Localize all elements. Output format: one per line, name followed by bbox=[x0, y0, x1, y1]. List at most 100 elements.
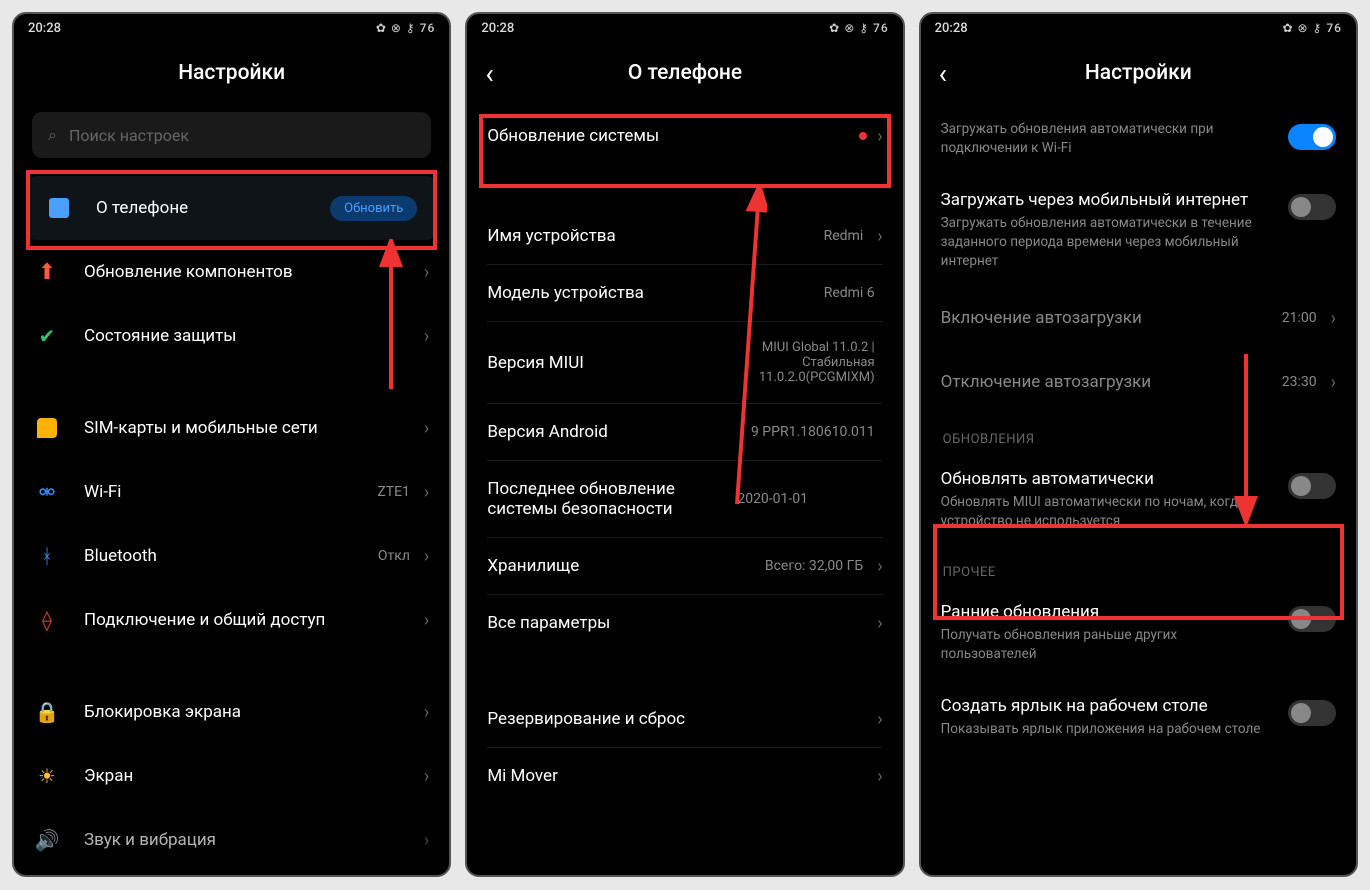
row-auto-update[interactable]: Обновлять автоматически Обновлять MIUI а… bbox=[921, 453, 1356, 547]
chevron-right-icon: › bbox=[1331, 308, 1336, 329]
row-early-updates[interactable]: Ранние обновления Получать обновления ра… bbox=[921, 586, 1356, 680]
sun-icon: ☀ bbox=[34, 763, 60, 789]
chevron-right-icon: › bbox=[877, 613, 882, 634]
back-button[interactable]: ‹ bbox=[939, 57, 947, 90]
row-label: Bluetooth bbox=[84, 546, 378, 566]
header: ‹ О телефоне bbox=[467, 42, 902, 104]
chevron-right-icon: › bbox=[424, 766, 429, 787]
row-mi-mover[interactable]: Mi Mover › bbox=[467, 748, 902, 804]
row-system-update[interactable]: Обновление системы › bbox=[467, 104, 902, 168]
page-title: О телефоне bbox=[628, 61, 742, 85]
row-miui-version[interactable]: Версия MIUI MIUI Global 11.0.2 | Стабиль… bbox=[467, 322, 902, 403]
row-subtitle: Загружать обновления автоматически при п… bbox=[941, 120, 1274, 158]
row-label: Версия MIUI bbox=[487, 353, 694, 373]
row-label: SIM-карты и мобильные сети bbox=[84, 418, 418, 438]
chevron-right-icon: › bbox=[1331, 372, 1336, 393]
chevron-right-icon: › bbox=[877, 709, 882, 730]
update-badge[interactable]: Обновить bbox=[330, 196, 417, 221]
chevron-right-icon: › bbox=[424, 830, 429, 851]
chevron-right-icon: › bbox=[424, 418, 429, 439]
row-label: Состояние защиты bbox=[84, 326, 418, 346]
status-bar: 20:28 ✿ ⊗ ⚷ 76 bbox=[921, 14, 1356, 42]
sound-icon: 🔊 bbox=[34, 827, 60, 853]
row-about-phone[interactable]: О телефоне Обновить bbox=[26, 176, 437, 240]
row-all-params[interactable]: Все параметры › bbox=[467, 595, 902, 651]
toggle-switch[interactable] bbox=[1288, 473, 1336, 499]
row-label: Подключение и общий доступ bbox=[84, 610, 418, 630]
row-sim[interactable]: SIM-карты и мобильные сети › bbox=[14, 396, 449, 460]
chevron-right-icon: › bbox=[424, 326, 429, 347]
search-icon: ⌕ bbox=[48, 125, 57, 145]
row-value: 21:00 bbox=[1282, 310, 1317, 326]
row-value: Redmi 6 bbox=[824, 285, 875, 301]
toggle-switch[interactable] bbox=[1288, 606, 1336, 632]
row-sharing[interactable]: ⟠ Подключение и общий доступ › bbox=[14, 588, 449, 652]
row-android-version[interactable]: Версия Android 9 PPR1.180610.011 bbox=[467, 404, 902, 460]
page-title: Настройки bbox=[178, 61, 285, 85]
row-wifi[interactable]: ⚮ Wi-Fi ZTE1 › bbox=[14, 460, 449, 524]
row-value: 23:30 bbox=[1282, 374, 1317, 390]
row-mobile-download[interactable]: Загружать через мобильный интернет Загру… bbox=[921, 174, 1356, 287]
status-bar: 20:28 ✿ ⊗ ⚷ 76 bbox=[467, 14, 902, 42]
row-label: Обновление компонентов bbox=[84, 262, 418, 282]
row-label: Отключение автозагрузки bbox=[941, 372, 1282, 392]
header: ‹ Настройки bbox=[921, 42, 1356, 104]
row-autoload-on[interactable]: Включение автозагрузки 21:00 › bbox=[921, 286, 1356, 350]
row-label: Wi-Fi bbox=[84, 482, 377, 502]
row-security-patch[interactable]: Последнее обновление системы безопасност… bbox=[467, 461, 902, 537]
status-time: 20:28 bbox=[481, 21, 514, 36]
search-input[interactable]: ⌕ Поиск настроек bbox=[32, 112, 431, 158]
toggle-switch[interactable] bbox=[1288, 194, 1336, 220]
sim-icon bbox=[34, 415, 60, 441]
back-button[interactable]: ‹ bbox=[485, 57, 493, 90]
row-wifi-download[interactable]: Загружать обновления автоматически при п… bbox=[921, 104, 1356, 174]
row-backup-reset[interactable]: Резервирование и сброс › bbox=[467, 691, 902, 747]
status-bar: 20:28 ✿ ⊗ ⚷ 76 bbox=[14, 14, 449, 42]
row-autoload-off[interactable]: Отключение автозагрузки 23:30 › bbox=[921, 350, 1356, 414]
status-icons: ✿ ⊗ ⚷ 76 bbox=[1282, 21, 1342, 35]
row-device-model[interactable]: Модель устройства Redmi 6 bbox=[467, 265, 902, 321]
toggle-switch[interactable] bbox=[1288, 700, 1336, 726]
row-subtitle: Обновлять MIUI автоматически по ночам, к… bbox=[941, 493, 1274, 531]
row-storage[interactable]: Хранилище Всего: 32,00 ГБ › bbox=[467, 538, 902, 594]
header: Настройки bbox=[14, 42, 449, 104]
row-title: Загружать через мобильный интернет bbox=[941, 190, 1274, 210]
chevron-right-icon: › bbox=[877, 126, 882, 147]
chevron-right-icon: › bbox=[877, 226, 882, 247]
screen-settings-main: 20:28 ✿ ⊗ ⚷ 76 Настройки ⌕ Поиск настрое… bbox=[12, 12, 451, 877]
phone-icon bbox=[46, 195, 72, 221]
row-label: Хранилище bbox=[487, 556, 765, 576]
screen-update-settings: 20:28 ✿ ⊗ ⚷ 76 ‹ Настройки Загружать обн… bbox=[919, 12, 1358, 877]
row-display[interactable]: ☀ Экран › bbox=[14, 744, 449, 808]
status-icons: ✿ ⊗ ⚷ 76 bbox=[376, 21, 436, 35]
arrow-up-icon: ⬆ bbox=[34, 259, 60, 285]
section-updates: ОБНОВЛЕНИЯ bbox=[921, 414, 1356, 453]
row-components-update[interactable]: ⬆ Обновление компонентов › bbox=[14, 240, 449, 304]
row-label: Версия Android bbox=[487, 422, 751, 442]
chevron-right-icon: › bbox=[424, 702, 429, 723]
row-security-status[interactable]: ✔ Состояние защиты › bbox=[14, 304, 449, 368]
toggle-switch[interactable] bbox=[1288, 124, 1336, 150]
chevron-right-icon: › bbox=[877, 766, 882, 787]
row-subtitle: Загружать обновления автоматически в теч… bbox=[941, 214, 1274, 271]
notification-dot-icon bbox=[859, 132, 867, 140]
wifi-icon: ⚮ bbox=[34, 479, 60, 505]
chevron-right-icon: › bbox=[424, 262, 429, 283]
row-subtitle: Показывать ярлык приложения на рабочем с… bbox=[941, 720, 1274, 739]
row-shortcut[interactable]: Создать ярлык на рабочем столе Показыват… bbox=[921, 680, 1356, 755]
status-time: 20:28 bbox=[28, 21, 61, 36]
chevron-right-icon: › bbox=[424, 482, 429, 503]
row-sound[interactable]: 🔊 Звук и вибрация › bbox=[14, 808, 449, 872]
chevron-right-icon: › bbox=[877, 556, 882, 577]
row-label: Последнее обновление системы безопасност… bbox=[487, 479, 737, 519]
row-bluetooth[interactable]: ᚼ Bluetooth Откл › bbox=[14, 524, 449, 588]
section-other: ПРОЧЕЕ bbox=[921, 547, 1356, 586]
row-lock-screen[interactable]: 🔒 Блокировка экрана › bbox=[14, 680, 449, 744]
row-label: Экран bbox=[84, 766, 418, 786]
row-title: Ранние обновления bbox=[941, 602, 1274, 622]
row-device-name[interactable]: Имя устройства Redmi › bbox=[467, 208, 902, 264]
row-label: Модель устройства bbox=[487, 283, 823, 303]
search-placeholder: Поиск настроек bbox=[69, 126, 189, 145]
row-label: Звук и вибрация bbox=[84, 830, 418, 850]
share-icon: ⟠ bbox=[34, 607, 60, 633]
